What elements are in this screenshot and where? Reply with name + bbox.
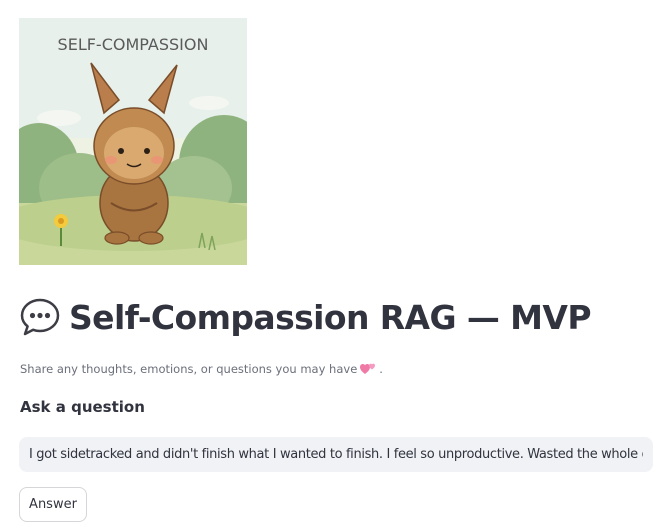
app-page: SELF-COMPASSION Self-Compassion RAG — MV… [0, 0, 661, 530]
two-hearts-icon [360, 363, 376, 374]
creature-illustration: SELF-COMPASSION [19, 18, 247, 265]
subtitle-suffix: . [379, 362, 383, 376]
page-header: Self-Compassion RAG — MVP [19, 296, 592, 338]
question-label: Ask a question [20, 398, 145, 416]
subtitle: Share any thoughts, emotions, or questio… [20, 361, 383, 377]
hero-caption: SELF-COMPASSION [58, 35, 209, 54]
speech-bubble-icon [20, 298, 60, 336]
page-title: Self-Compassion RAG — MVP [69, 297, 592, 337]
answer-button[interactable]: Answer [19, 487, 87, 522]
question-input[interactable] [19, 437, 653, 472]
hero-image: SELF-COMPASSION [19, 18, 247, 265]
subtitle-text: Share any thoughts, emotions, or questio… [20, 362, 358, 376]
